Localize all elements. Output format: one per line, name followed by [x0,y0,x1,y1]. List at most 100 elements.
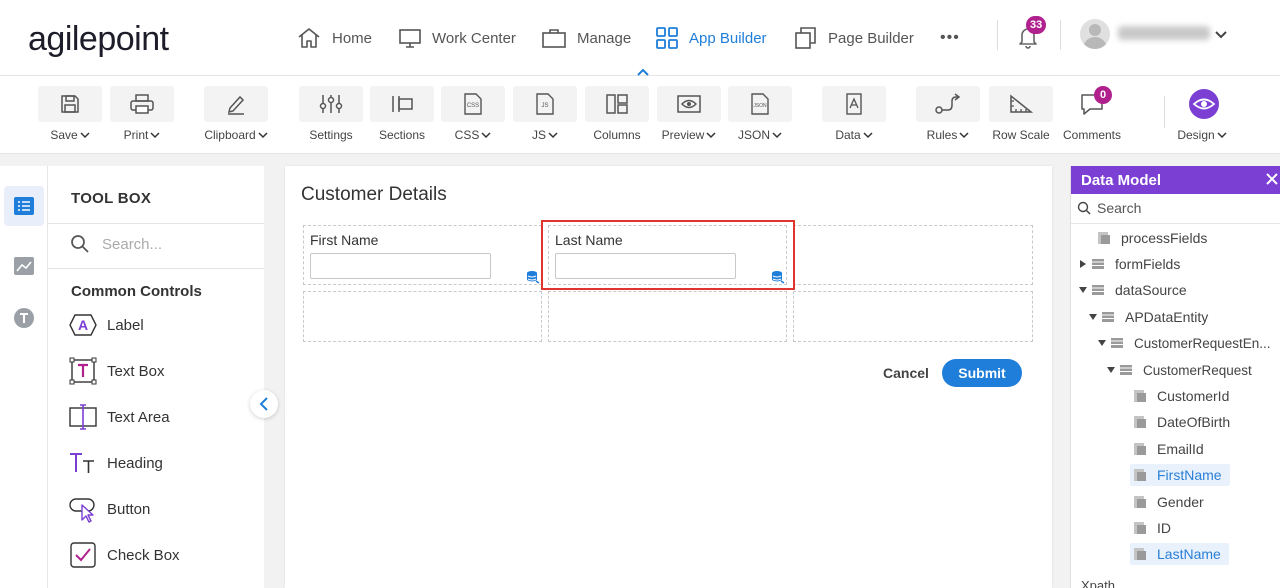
control-label[interactable]: A Label [68,310,144,340]
nav-app-builder-label: App Builder [689,29,767,47]
database-link-icon[interactable] [771,270,785,284]
control-button-text: Button [107,500,151,518]
label-icon: A [69,314,97,336]
nav-manage[interactable]: Manage [541,24,631,52]
avatar[interactable] [1080,19,1110,49]
tree-node-customer-request[interactable]: CustomerRequest [1105,359,1252,381]
nav-divider [997,20,998,50]
css-file-icon: CSS [464,93,482,115]
tree-node-customer-id[interactable]: CustomerId [1133,385,1229,407]
comments-button[interactable]: Comments [1060,86,1124,150]
tree-node-form-fields[interactable]: formFields [1077,253,1180,275]
design-label: Design [1177,128,1215,142]
form-cell-empty[interactable] [303,291,542,342]
tree-node-last-name[interactable]: LastName [1130,543,1229,565]
columns-button[interactable]: Columns [585,86,649,150]
caret-right-icon [1080,260,1086,268]
database-link-icon[interactable] [526,270,540,284]
data-model-search-input[interactable] [1097,200,1267,216]
form-cell-empty[interactable] [793,291,1033,342]
css-button[interactable]: CSS CSS [441,86,505,150]
first-name-input[interactable] [310,253,491,279]
more-menu-button[interactable]: ••• [940,24,960,52]
control-label-text: Label [107,316,144,334]
collapse-toolbox-button[interactable] [250,390,278,418]
control-text-area[interactable]: Text Area [68,402,170,432]
list-icon [14,197,34,215]
cancel-button[interactable]: Cancel [873,359,939,387]
rules-route-icon [935,93,961,114]
row-scale-button[interactable]: Row Scale [988,86,1054,150]
nav-divider [1060,20,1061,50]
settings-button[interactable]: Settings [298,86,364,150]
css-label: CSS [454,128,480,142]
briefcase-icon [542,29,566,48]
sections-button[interactable]: Sections [370,86,434,150]
rail-chart-button[interactable] [4,246,44,286]
field-icon [1134,416,1146,428]
tree-node-date-of-birth[interactable]: DateOfBirth [1133,411,1230,433]
form-canvas: Customer Details First Name Last Name Ca… [285,166,1052,588]
tree-node-ap-data-entity[interactable]: APDataEntity [1087,306,1208,328]
rules-label: Rules [926,128,958,142]
nav-app-builder[interactable]: App Builder [655,24,767,52]
grid-icon [656,27,678,49]
rail-theme-button[interactable] [4,298,44,338]
print-button[interactable]: Print [110,86,174,150]
agilepoint-logo[interactable]: agilepoint [28,20,169,59]
chart-icon [14,257,34,275]
save-button[interactable]: Save [38,86,102,150]
chevron-down-icon [258,132,268,139]
js-button[interactable]: JS JS [513,86,577,150]
submit-button[interactable]: Submit [942,359,1022,387]
checkbox-icon [70,542,96,568]
tree-node-gender[interactable]: Gender [1133,491,1204,513]
toolbox-search-input[interactable] [102,235,252,253]
save-label: Save [50,128,78,142]
user-menu-button[interactable] [1214,27,1228,45]
tree-node-email-id[interactable]: EmailId [1133,438,1204,460]
data-button[interactable]: Data [822,86,886,150]
close-data-model-button[interactable] [1264,171,1280,192]
nav-page-builder[interactable]: Page Builder [794,24,914,52]
field-icon [1134,390,1146,402]
username-blurred[interactable] [1118,26,1210,40]
field-icon [1134,469,1146,481]
chevron-down-icon [1217,132,1227,139]
table-icon [1092,259,1104,269]
eye-icon [1189,89,1219,119]
search-icon [1077,201,1091,215]
settings-label: Settings [309,128,353,142]
chevron-down-icon [481,132,491,139]
chevron-down-icon [150,132,160,139]
nav-home[interactable]: Home [296,24,372,52]
rules-button[interactable]: Rules [915,86,981,150]
tree-node-id[interactable]: ID [1133,517,1171,539]
clipboard-label: Clipboard [204,128,256,142]
tree-node-data-source[interactable]: dataSource [1077,279,1187,301]
first-name-label: First Name [310,232,379,248]
left-rail [0,166,48,588]
control-text-box-text: Text Box [107,362,165,380]
last-name-input[interactable] [555,253,736,279]
tree-node-customer-request-entity[interactable]: CustomerRequestEn... [1096,332,1271,354]
design-button[interactable]: Design [1172,86,1232,150]
preview-button[interactable]: Preview [656,86,722,150]
control-button[interactable]: Button [68,494,150,524]
form-cell-empty[interactable] [793,225,1033,285]
nav-page-builder-label: Page Builder [828,29,914,47]
clipboard-button[interactable]: Clipboard [203,86,269,150]
control-heading[interactable]: Heading [68,448,163,478]
tree-node-process-fields[interactable]: processFields [1083,227,1207,249]
control-check-box[interactable]: Check Box [68,540,180,570]
close-icon [1266,173,1278,185]
form-cell-empty[interactable] [548,291,787,342]
tree-node-first-name[interactable]: FirstName [1130,464,1230,486]
json-button[interactable]: JSON JSON [728,86,792,150]
rail-toolbox-button[interactable] [4,186,44,226]
control-text-box[interactable]: Text Box [68,356,165,386]
chevron-down-icon [548,132,558,139]
nav-work-center[interactable]: Work Center [398,24,516,52]
nav-work-center-label: Work Center [432,29,516,47]
data-model-title: Data Model [1081,171,1162,189]
